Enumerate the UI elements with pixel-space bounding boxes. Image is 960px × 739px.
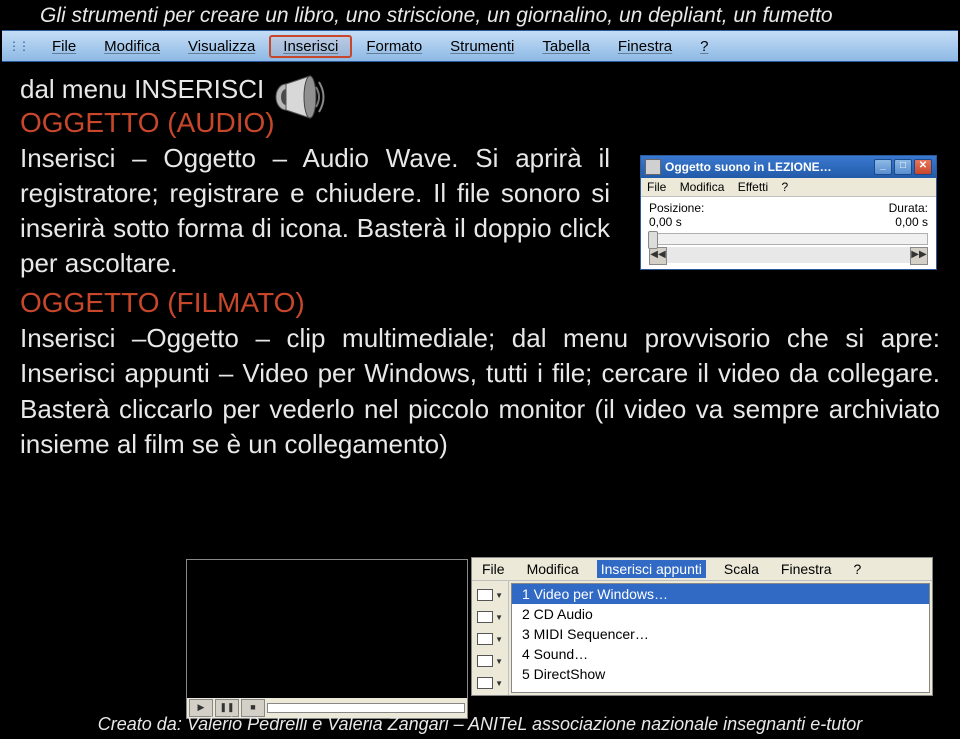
app-menubar: ⋮⋮ File Modifica Visualizza Inserisci Fo… [2, 30, 958, 62]
video-seek-slider[interactable] [267, 703, 465, 713]
audio-window-titlebar[interactable]: Oggetto suono in LEZIONE… _ □ ✕ [641, 156, 936, 178]
iw-menu-modifica[interactable]: Modifica [523, 560, 583, 578]
audio-menu-effetti[interactable]: Effetti [738, 180, 768, 194]
dropdown-arrow-icon: ▼ [495, 657, 503, 666]
audio-scroll-track: ◀◀ ▶▶ [649, 247, 928, 263]
value-durata: 0,00 s [895, 215, 928, 229]
dropdown-arrow-icon: ▼ [495, 591, 503, 600]
paragraph-filmato: Inserisci –Oggetto – clip multimediale; … [20, 321, 940, 461]
audio-window-icon [645, 159, 661, 175]
iw-menu-help[interactable]: ? [849, 560, 865, 578]
menuitem-modifica[interactable]: Modifica [90, 36, 174, 57]
menuitem-strumenti[interactable]: Strumenti [436, 36, 528, 57]
insert-window-menubar: File Modifica Inserisci appunti Scala Fi… [472, 558, 932, 581]
tool-rect-3[interactable]: ▼ [477, 629, 503, 649]
menuitem-tabella[interactable]: Tabella [528, 36, 604, 57]
tool-rect-1[interactable]: ▼ [477, 585, 503, 605]
menuitem-formato[interactable]: Formato [352, 36, 436, 57]
close-button[interactable]: ✕ [914, 159, 932, 175]
maximize-button[interactable]: □ [894, 159, 912, 175]
seek-back-button[interactable]: ◀◀ [649, 247, 667, 265]
audio-window-title: Oggetto suono in LEZIONE… [665, 160, 874, 174]
heading-oggetto-filmato: OGGETTO (FILMATO) [20, 287, 940, 319]
audio-menu-modifica[interactable]: Modifica [680, 180, 725, 194]
speaker-icon [272, 72, 326, 122]
iw-menu-scala[interactable]: Scala [720, 560, 763, 578]
menuitem-finestra[interactable]: Finestra [604, 36, 686, 57]
iw-menu-file[interactable]: File [478, 560, 509, 578]
dropdown-item-sound[interactable]: 4 Sound… [512, 644, 929, 664]
tool-rect-2[interactable]: ▼ [477, 607, 503, 627]
menuitem-visualizza[interactable]: Visualizza [174, 36, 269, 57]
insert-appunti-window: File Modifica Inserisci appunti Scala Fi… [471, 557, 933, 696]
dropdown-arrow-icon: ▼ [495, 679, 503, 688]
audio-window-menubar: File Modifica Effetti ? [641, 178, 936, 197]
dropdown-item-cd-audio[interactable]: 2 CD Audio [512, 604, 929, 624]
iw-menu-inserisci-appunti[interactable]: Inserisci appunti [597, 560, 706, 578]
dropdown-arrow-icon: ▼ [495, 635, 503, 644]
dropdown-item-directshow[interactable]: 5 DirectShow [512, 664, 929, 684]
menubar-grip-icon: ⋮⋮ [8, 39, 28, 53]
slider-thumb-icon[interactable] [648, 231, 658, 249]
video-preview-window: ▶ ❚❚ ■ [186, 559, 468, 719]
insert-appunti-dropdown: 1 Video per Windows… 2 CD Audio 3 MIDI S… [511, 583, 930, 693]
heading-oggetto-audio: OGGETTO (AUDIO) [20, 107, 940, 139]
tool-rect-5[interactable]: ▼ [477, 673, 503, 693]
dropdown-item-midi[interactable]: 3 MIDI Sequencer… [512, 624, 929, 644]
dropdown-item-video-windows[interactable]: 1 Video per Windows… [512, 584, 929, 604]
insert-window-toolbar: ▼ ▼ ▼ ▼ ▼ [472, 581, 509, 695]
paragraph-audio: Inserisci – Oggetto – Audio Wave. Si apr… [20, 141, 610, 281]
audio-menu-help[interactable]: ? [782, 180, 789, 194]
menuitem-inserisci[interactable]: Inserisci [269, 35, 352, 58]
tool-rect-4[interactable]: ▼ [477, 651, 503, 671]
value-posizione: 0,00 s [649, 215, 682, 229]
page-header-title: Gli strumenti per creare un libro, uno s… [0, 0, 960, 30]
text-dal-menu: dal menu INSERISCI [20, 74, 940, 105]
menuitem-file[interactable]: File [38, 36, 90, 57]
page-footer: Creato da: Valerio Pedrelli e Valeria Za… [0, 714, 960, 735]
seek-fwd-button[interactable]: ▶▶ [910, 247, 928, 265]
audio-recorder-window: Oggetto suono in LEZIONE… _ □ ✕ File Mod… [640, 155, 937, 270]
dropdown-arrow-icon: ▼ [495, 613, 503, 622]
audio-menu-file[interactable]: File [647, 180, 666, 194]
label-durata: Durata: [889, 201, 928, 215]
minimize-button[interactable]: _ [874, 159, 892, 175]
audio-window-body: Posizione: Durata: 0,00 s 0,00 s ◀◀ ▶▶ [641, 197, 936, 269]
iw-menu-finestra[interactable]: Finestra [777, 560, 836, 578]
menuitem-help[interactable]: ? [686, 36, 722, 57]
label-posizione: Posizione: [649, 201, 704, 215]
audio-position-slider[interactable] [649, 233, 928, 245]
